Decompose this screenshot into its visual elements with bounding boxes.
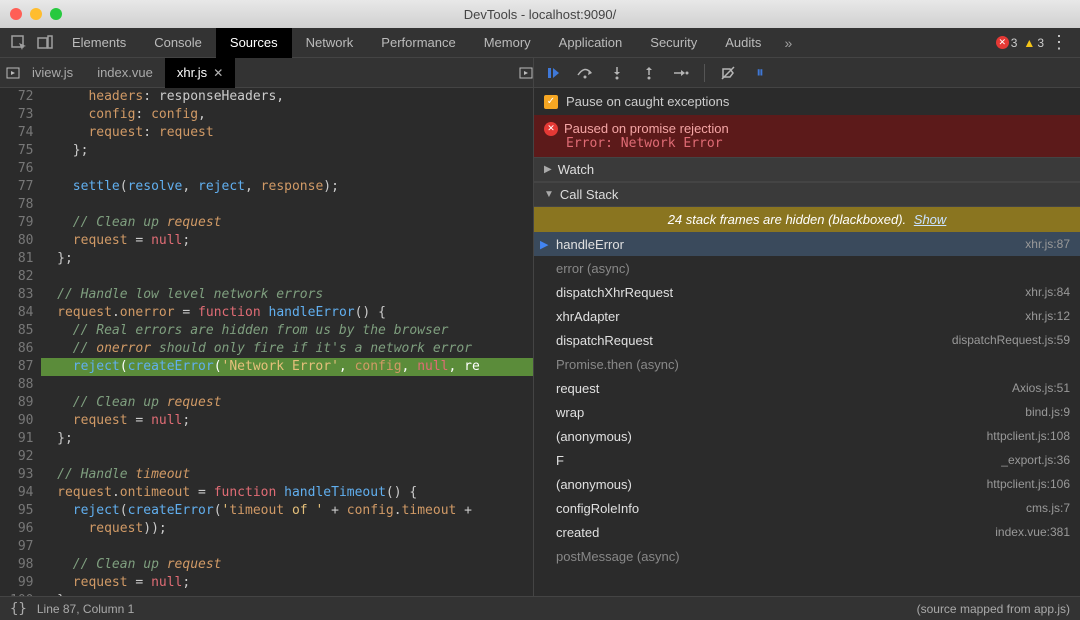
- stack-async-boundary: postMessage (async): [534, 544, 1080, 568]
- main-tab-security[interactable]: Security: [636, 28, 711, 58]
- resume-button[interactable]: [542, 62, 564, 84]
- step-out-button[interactable]: [638, 62, 660, 84]
- show-navigator-icon[interactable]: [6, 66, 20, 80]
- blackbox-notice: 24 stack frames are hidden (blackboxed).…: [534, 207, 1080, 232]
- stack-frame[interactable]: F_export.js:36: [534, 448, 1080, 472]
- sourcemap-info: (source mapped from app.js): [917, 602, 1070, 616]
- stack-async-boundary: Promise.then (async): [534, 352, 1080, 376]
- stack-frame[interactable]: configRoleInfocms.js:7: [534, 496, 1080, 520]
- kebab-menu-icon[interactable]: ⋮: [1044, 32, 1074, 53]
- stack-frame[interactable]: wrapbind.js:9: [534, 400, 1080, 424]
- warning-badge[interactable]: ▲3: [1023, 36, 1044, 50]
- error-icon: ✕: [544, 122, 558, 136]
- window-titlebar: DevTools - localhost:9090/: [0, 0, 1080, 28]
- step-into-button[interactable]: [606, 62, 628, 84]
- main-tab-console[interactable]: Console: [140, 28, 216, 58]
- stack-frame[interactable]: (anonymous)httpclient.js:106: [534, 472, 1080, 496]
- main-tab-sources[interactable]: Sources: [216, 28, 292, 58]
- paused-status: ✕ Paused on promise rejection Error: Netw…: [534, 115, 1080, 157]
- traffic-lights: [10, 8, 62, 20]
- file-tab[interactable]: index.vue: [85, 58, 165, 88]
- file-tabs: iview.jsindex.vuexhr.js✕: [0, 58, 533, 88]
- step-button[interactable]: [670, 62, 692, 84]
- inspect-element-icon[interactable]: [6, 30, 32, 56]
- file-tab[interactable]: xhr.js✕: [165, 58, 235, 88]
- current-frame-icon: ▶: [540, 238, 548, 251]
- stack-frame[interactable]: (anonymous)httpclient.js:108: [534, 424, 1080, 448]
- editor-statusbar: {} Line 87, Column 1 (source mapped from…: [0, 596, 1080, 620]
- paused-reason: Paused on promise rejection: [564, 121, 729, 136]
- callstack-label: Call Stack: [560, 187, 619, 202]
- devtools-main-tabs: ElementsConsoleSourcesNetworkPerformance…: [0, 28, 1080, 58]
- main-tab-application[interactable]: Application: [545, 28, 637, 58]
- cursor-position: Line 87, Column 1: [37, 602, 134, 616]
- stack-async-boundary: error (async): [534, 256, 1080, 280]
- editor-pane: iview.jsindex.vuexhr.js✕ 727374757677787…: [0, 58, 534, 596]
- close-window-button[interactable]: [10, 8, 22, 20]
- watch-section-header[interactable]: ▶ Watch: [534, 157, 1080, 182]
- warning-count: 3: [1037, 36, 1044, 50]
- chevron-down-icon: ▼: [544, 189, 554, 200]
- main-tab-network[interactable]: Network: [292, 28, 368, 58]
- main-tab-memory[interactable]: Memory: [470, 28, 545, 58]
- checkbox-checked-icon[interactable]: ✓: [544, 95, 558, 109]
- show-debugger-icon[interactable]: [519, 66, 533, 80]
- file-tab[interactable]: iview.js: [20, 58, 85, 88]
- step-over-button[interactable]: [574, 62, 596, 84]
- stack-frame[interactable]: requestAxios.js:51: [534, 376, 1080, 400]
- debug-toolbar: ⏸: [534, 58, 1080, 88]
- main-tab-elements[interactable]: Elements: [58, 28, 140, 58]
- pause-on-caught-label: Pause on caught exceptions: [566, 94, 729, 109]
- stack-frame[interactable]: createdindex.vue:381: [534, 520, 1080, 544]
- minimize-window-button[interactable]: [30, 8, 42, 20]
- callstack-section-header[interactable]: ▼ Call Stack: [534, 182, 1080, 207]
- watch-label: Watch: [558, 162, 594, 177]
- stack-frame[interactable]: ▶handleErrorxhr.js:87: [534, 232, 1080, 256]
- main-tab-performance[interactable]: Performance: [367, 28, 469, 58]
- window-title: DevTools - localhost:9090/: [0, 7, 1080, 22]
- error-count: 3: [1011, 36, 1018, 50]
- call-stack-list: ▶handleErrorxhr.js:87error (async)dispat…: [534, 232, 1080, 596]
- zoom-window-button[interactable]: [50, 8, 62, 20]
- pause-on-exceptions-button[interactable]: ⏸: [749, 62, 771, 84]
- line-gutter: 7273747576777879808182838485868788899091…: [0, 88, 41, 596]
- deactivate-breakpoints-button[interactable]: [717, 62, 739, 84]
- debug-pane: ⏸ ✓ Pause on caught exceptions ✕ Paused o…: [534, 58, 1080, 596]
- code-editor[interactable]: 7273747576777879808182838485868788899091…: [0, 88, 533, 596]
- blackbox-message: 24 stack frames are hidden (blackboxed).: [668, 212, 906, 227]
- blackbox-show-link[interactable]: Show: [914, 212, 947, 227]
- chevron-right-icon: ▶: [544, 164, 552, 175]
- more-tabs-icon[interactable]: »: [775, 30, 801, 56]
- pause-on-caught-row[interactable]: ✓ Pause on caught exceptions: [534, 88, 1080, 115]
- stack-frame[interactable]: xhrAdapterxhr.js:12: [534, 304, 1080, 328]
- stack-frame[interactable]: dispatchRequestdispatchRequest.js:59: [534, 328, 1080, 352]
- paused-error-detail: Error: Network Error: [544, 136, 1070, 151]
- close-icon[interactable]: ✕: [213, 66, 223, 80]
- error-badge[interactable]: ✕3: [996, 36, 1018, 50]
- stack-frame[interactable]: dispatchXhrRequestxhr.js:84: [534, 280, 1080, 304]
- pretty-print-icon[interactable]: {}: [10, 601, 27, 617]
- main-tab-audits[interactable]: Audits: [711, 28, 775, 58]
- device-toolbar-icon[interactable]: [32, 30, 58, 56]
